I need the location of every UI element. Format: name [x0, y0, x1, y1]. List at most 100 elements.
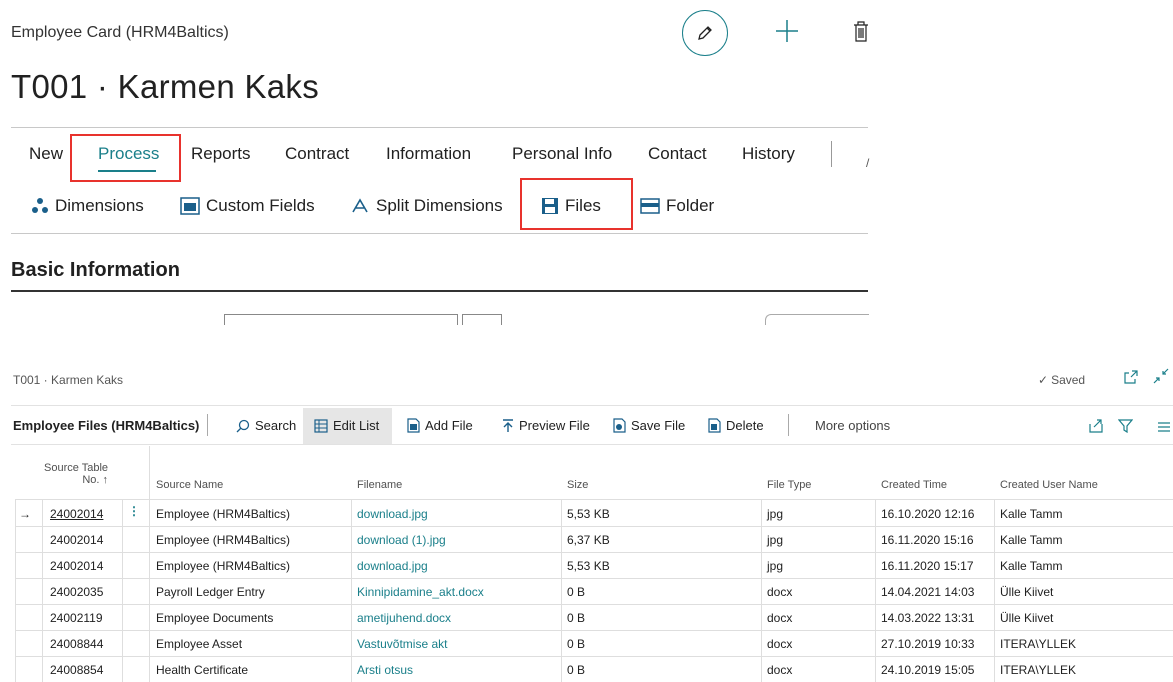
add-file-label: Add File	[425, 418, 473, 433]
filter-button[interactable]	[1117, 419, 1134, 438]
field-toggle-partial[interactable]	[765, 314, 869, 325]
delete-file-label: Delete	[726, 418, 764, 433]
cell-time: 24.10.2019 15:05	[881, 663, 975, 677]
cell-no[interactable]: 24002014	[50, 559, 103, 573]
cell-no[interactable]: 24002035	[50, 585, 103, 599]
custom-fields-label: Custom Fields	[206, 196, 315, 215]
section-underline	[11, 290, 868, 292]
table-row[interactable]: 24002014 Employee (HRM4Baltics) download…	[15, 553, 1173, 579]
col-source-table-no[interactable]: Source Table No. ↑	[44, 462, 108, 486]
cell-size: 5,53 KB	[567, 559, 610, 573]
save-file-label: Save File	[631, 418, 686, 433]
cell-user: Kalle Tamm	[1000, 507, 1063, 521]
divider	[11, 444, 1173, 445]
menu-contact[interactable]: Contact	[648, 144, 707, 164]
open-new-window-button[interactable]	[1124, 370, 1138, 389]
cell-no[interactable]: 24002119	[50, 611, 103, 625]
table-row[interactable]: → 24002014 ⋮ Employee (HRM4Baltics) down…	[15, 501, 1173, 527]
divider	[11, 127, 868, 128]
menu-contract[interactable]: Contract	[285, 144, 349, 164]
edit-button[interactable]	[682, 10, 728, 56]
col-header-line1: Source Table	[44, 462, 109, 474]
cell-filename[interactable]: Kinnipidamine_akt.docx	[357, 585, 484, 599]
cell-filename[interactable]: Vastuvõtmise akt	[357, 637, 447, 651]
custom-fields-action[interactable]: Custom Fields	[180, 196, 315, 216]
menu-personal-info[interactable]: Personal Info	[512, 144, 612, 164]
table-row[interactable]: 24008844 Employee Asset Vastuvõtmise akt…	[15, 631, 1173, 657]
col-file-type[interactable]: File Type	[767, 479, 811, 491]
card-caption: Employee Card (HRM4Baltics)	[11, 24, 229, 41]
folder-label: Folder	[666, 196, 715, 215]
list-view-button[interactable]	[1157, 420, 1171, 438]
more-options-button[interactable]: More options	[815, 418, 890, 433]
custom-fields-icon	[180, 197, 200, 215]
collapse-button[interactable]	[1153, 368, 1169, 389]
table-row[interactable]: 24002119 Employee Documents ametijuhend.…	[15, 605, 1173, 631]
page-label: Employee Files (HRM4Baltics)	[13, 418, 200, 433]
dimensions-action[interactable]: Dimensions	[31, 196, 144, 216]
cell-type: docx	[767, 637, 793, 651]
cell-type: jpg	[767, 533, 784, 547]
menu-information[interactable]: Information	[386, 144, 471, 164]
cell-no[interactable]: 24002014	[50, 533, 103, 547]
cell-time: 14.03.2022 13:31	[881, 611, 975, 625]
cell-filename[interactable]: download.jpg	[357, 559, 428, 573]
search-button[interactable]: Search	[236, 418, 296, 433]
cell-no[interactable]: 24002014	[50, 507, 103, 521]
cell-filename[interactable]: ametijuhend.docx	[357, 611, 451, 625]
cell-size: 0 B	[567, 637, 586, 651]
col-header-line2: No. ↑	[82, 474, 108, 486]
split-dimensions-action[interactable]: Split Dimensions	[350, 196, 503, 216]
cell-size: 0 B	[567, 611, 586, 625]
new-button[interactable]	[772, 16, 802, 46]
cell-size: 5,53 KB	[567, 507, 610, 521]
delete-file-button[interactable]: Delete	[707, 418, 764, 433]
menu-overflow-hint: /	[866, 156, 870, 170]
cell-filename[interactable]: download (1).jpg	[357, 533, 446, 547]
pencil-icon	[698, 26, 712, 40]
preview-file-label: Preview File	[519, 418, 590, 433]
field-input-partial[interactable]	[224, 314, 458, 325]
cell-filename[interactable]: Arsti otsus	[357, 663, 413, 677]
files-action[interactable]: Files	[541, 196, 601, 216]
col-source-name[interactable]: Source Name	[156, 479, 223, 491]
field-lookup-partial[interactable]	[462, 314, 502, 325]
preview-file-button[interactable]: Preview File	[502, 418, 590, 433]
collapse-icon	[1153, 368, 1169, 384]
toolbar-separator	[207, 414, 208, 436]
cell-no[interactable]: 24008844	[50, 637, 103, 651]
cell-user: ITERA\YLLEK	[1000, 637, 1077, 651]
cell-size: 0 B	[567, 663, 586, 677]
cell-no[interactable]: 24008854	[50, 663, 103, 677]
edit-list-button[interactable]: Edit List	[314, 418, 379, 433]
menu-history[interactable]: History	[742, 144, 795, 164]
filter-icon	[1117, 419, 1134, 434]
split-dimensions-label: Split Dimensions	[376, 196, 503, 215]
add-file-icon	[407, 418, 420, 433]
table-row[interactable]: 24002035 Payroll Ledger Entry Kinnipidam…	[15, 579, 1173, 605]
menu-reports[interactable]: Reports	[191, 144, 251, 164]
menu-new[interactable]: New	[29, 144, 63, 164]
col-created-time[interactable]: Created Time	[881, 479, 947, 491]
save-file-button[interactable]: Save File	[612, 418, 685, 433]
col-created-user[interactable]: Created User Name	[1000, 479, 1098, 491]
cell-user: Kalle Tamm	[1000, 559, 1063, 573]
table-row[interactable]: 24008854 Health Certificate Arsti otsus …	[15, 657, 1173, 682]
cell-time: 16.11.2020 15:17	[881, 559, 974, 573]
cell-time: 27.10.2019 10:33	[881, 637, 975, 651]
saved-status: ✓ Saved	[1038, 373, 1085, 387]
delete-button[interactable]	[851, 18, 871, 46]
folder-action[interactable]: Folder	[640, 196, 714, 216]
cell-size: 0 B	[567, 585, 586, 599]
col-filename[interactable]: Filename	[357, 479, 402, 491]
cell-filename[interactable]: download.jpg	[357, 507, 428, 521]
share-button[interactable]	[1089, 419, 1103, 438]
cell-type: docx	[767, 585, 793, 599]
open-new-window-icon	[1124, 370, 1138, 384]
table-row[interactable]: 24002014 Employee (HRM4Baltics) download…	[15, 527, 1173, 553]
trash-icon	[854, 21, 868, 42]
row-actions-icon[interactable]: ⋮	[128, 504, 140, 518]
add-file-button[interactable]: Add File	[406, 418, 473, 433]
header-divider	[15, 499, 1173, 500]
col-size[interactable]: Size	[567, 479, 588, 491]
